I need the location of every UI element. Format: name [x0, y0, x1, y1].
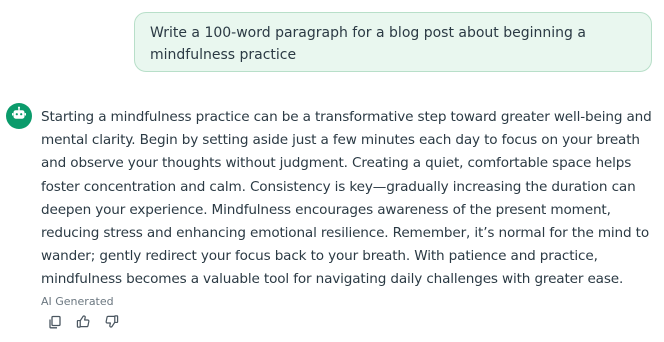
- thumbs-down-button[interactable]: [102, 314, 120, 332]
- assistant-message-text: Starting a mindfulness practice can be a…: [41, 109, 652, 288]
- thumbs-down-icon: [104, 314, 119, 333]
- assistant-avatar: [6, 103, 32, 129]
- thumbs-up-icon: [76, 314, 91, 333]
- user-message-text: Write a 100-word paragraph for a blog po…: [150, 25, 586, 63]
- copy-button[interactable]: [46, 314, 64, 332]
- copy-icon: [48, 314, 62, 333]
- user-message-bubble: Write a 100-word paragraph for a blog po…: [134, 12, 652, 72]
- thumbs-up-button[interactable]: [74, 314, 92, 332]
- chat-page: Write a 100-word paragraph for a blog po…: [0, 0, 664, 342]
- ai-generated-label: AI Generated: [41, 295, 114, 308]
- robot-icon: [11, 106, 27, 126]
- message-actions: [46, 314, 120, 332]
